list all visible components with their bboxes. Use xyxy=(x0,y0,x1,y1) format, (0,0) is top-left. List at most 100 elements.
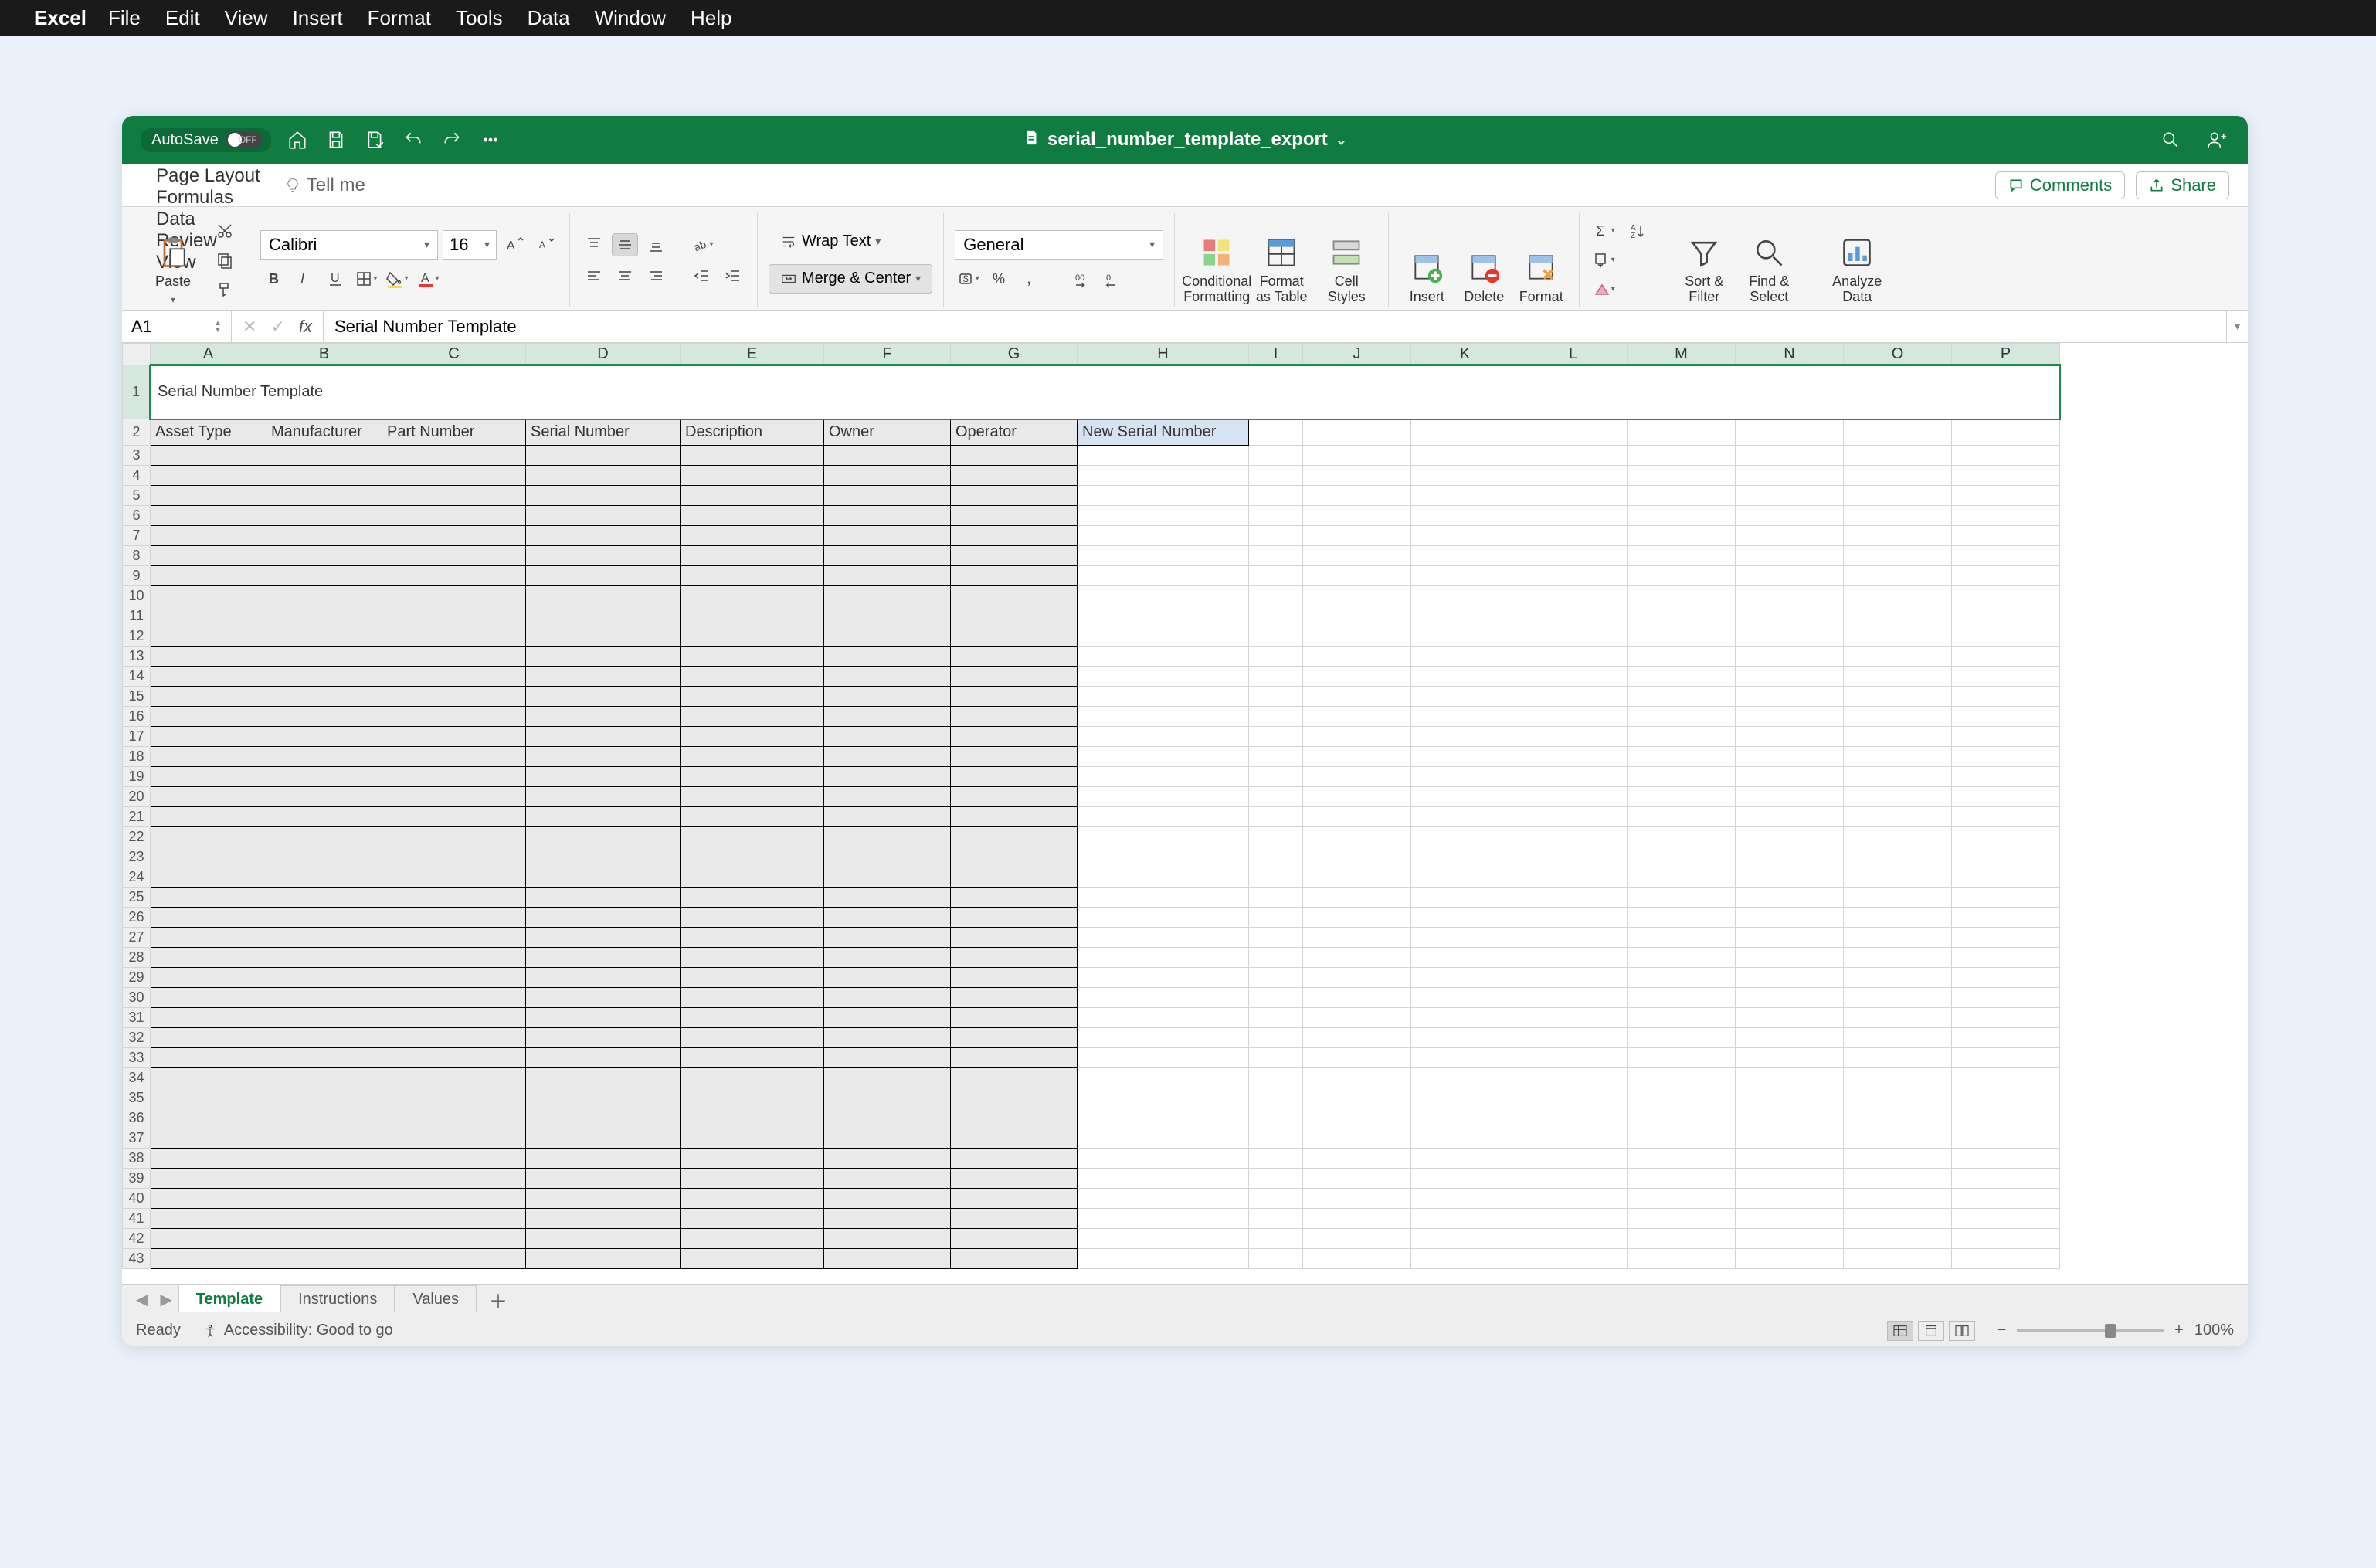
row-header-14[interactable]: 14 xyxy=(123,667,151,687)
cell-H40[interactable] xyxy=(1078,1189,1249,1209)
analyze-data-button[interactable]: Analyze Data xyxy=(1822,216,1892,305)
cell-M18[interactable] xyxy=(1628,747,1736,767)
cell-P19[interactable] xyxy=(1952,767,2060,787)
row-header-24[interactable]: 24 xyxy=(123,867,151,888)
cell-N15[interactable] xyxy=(1736,687,1844,707)
cell-M23[interactable] xyxy=(1628,847,1736,867)
comma-icon[interactable]: , xyxy=(1017,267,1043,290)
increase-decimal-icon[interactable]: .00 xyxy=(1068,267,1094,290)
clear-icon[interactable]: ▾ xyxy=(1590,278,1617,301)
cell-P2[interactable] xyxy=(1952,419,2060,446)
mac-menu-edit[interactable]: Edit xyxy=(165,6,200,29)
cell-N23[interactable] xyxy=(1736,847,1844,867)
row-header-39[interactable]: 39 xyxy=(123,1169,151,1189)
cell-A34[interactable] xyxy=(151,1068,266,1088)
cell-A39[interactable] xyxy=(151,1169,266,1189)
cell-K16[interactable] xyxy=(1411,707,1519,727)
sheet-tab-values[interactable]: Values xyxy=(395,1285,477,1312)
cell-I20[interactable] xyxy=(1249,787,1303,807)
row-header-30[interactable]: 30 xyxy=(123,988,151,1008)
cell-A19[interactable] xyxy=(151,767,266,787)
cell-H13[interactable] xyxy=(1078,647,1249,667)
cell-N11[interactable] xyxy=(1736,606,1844,626)
cell-B29[interactable] xyxy=(266,968,382,988)
cell-H18[interactable] xyxy=(1078,747,1249,767)
cell-F19[interactable] xyxy=(824,767,951,787)
cell-L43[interactable] xyxy=(1519,1249,1628,1269)
cell-J28[interactable] xyxy=(1303,948,1411,968)
cell-H36[interactable] xyxy=(1078,1108,1249,1128)
cell-K26[interactable] xyxy=(1411,908,1519,928)
cell-P8[interactable] xyxy=(1952,546,2060,566)
cell-H33[interactable] xyxy=(1078,1048,1249,1068)
share-button[interactable]: Share xyxy=(2136,171,2229,199)
cell-H39[interactable] xyxy=(1078,1169,1249,1189)
cell-C2[interactable]: Part Number xyxy=(382,419,526,446)
cell-M14[interactable] xyxy=(1628,667,1736,687)
share-people-icon[interactable] xyxy=(2205,127,2229,152)
cell-G20[interactable] xyxy=(951,787,1078,807)
cell-G22[interactable] xyxy=(951,827,1078,847)
autosum-icon[interactable]: Σ▾ xyxy=(1590,219,1617,243)
cell-C23[interactable] xyxy=(382,847,526,867)
cell-P14[interactable] xyxy=(1952,667,2060,687)
cell-K39[interactable] xyxy=(1411,1169,1519,1189)
cell-F12[interactable] xyxy=(824,626,951,647)
cell-C14[interactable] xyxy=(382,667,526,687)
cell-J16[interactable] xyxy=(1303,707,1411,727)
fx-icon[interactable]: fx xyxy=(299,317,312,337)
spreadsheet-grid[interactable]: ABCDEFGHIJKLMNOP1Serial Number Template2… xyxy=(122,343,2248,1284)
cell-A31[interactable] xyxy=(151,1008,266,1028)
cell-G28[interactable] xyxy=(951,948,1078,968)
format-as-table-button[interactable]: Format as Table xyxy=(1251,216,1312,305)
cell-E17[interactable] xyxy=(681,727,824,747)
cell-F5[interactable] xyxy=(824,486,951,506)
cell-I22[interactable] xyxy=(1249,827,1303,847)
cell-L2[interactable] xyxy=(1519,419,1628,446)
cell-G3[interactable] xyxy=(951,446,1078,466)
cell-J38[interactable] xyxy=(1303,1149,1411,1169)
cell-M11[interactable] xyxy=(1628,606,1736,626)
cell-H34[interactable] xyxy=(1078,1068,1249,1088)
cell-H4[interactable] xyxy=(1078,466,1249,486)
cell-F29[interactable] xyxy=(824,968,951,988)
row-header-35[interactable]: 35 xyxy=(123,1088,151,1108)
row-header-25[interactable]: 25 xyxy=(123,888,151,908)
cell-O16[interactable] xyxy=(1844,707,1952,727)
cell-E13[interactable] xyxy=(681,647,824,667)
cell-O28[interactable] xyxy=(1844,948,1952,968)
cell-O7[interactable] xyxy=(1844,526,1952,546)
cell-K43[interactable] xyxy=(1411,1249,1519,1269)
mac-menu-view[interactable]: View xyxy=(225,6,268,29)
col-header-E[interactable]: E xyxy=(681,344,824,365)
cell-M16[interactable] xyxy=(1628,707,1736,727)
font-color-icon[interactable]: A▾ xyxy=(415,267,441,290)
cell-G39[interactable] xyxy=(951,1169,1078,1189)
cell-C25[interactable] xyxy=(382,888,526,908)
cell-J12[interactable] xyxy=(1303,626,1411,647)
cell-F14[interactable] xyxy=(824,667,951,687)
cell-D4[interactable] xyxy=(526,466,681,486)
cell-O37[interactable] xyxy=(1844,1128,1952,1149)
cell-C26[interactable] xyxy=(382,908,526,928)
cell-K2[interactable] xyxy=(1411,419,1519,446)
cell-F32[interactable] xyxy=(824,1028,951,1048)
cell-O4[interactable] xyxy=(1844,466,1952,486)
cell-J3[interactable] xyxy=(1303,446,1411,466)
cell-C9[interactable] xyxy=(382,566,526,586)
cell-C16[interactable] xyxy=(382,707,526,727)
cell-E6[interactable] xyxy=(681,506,824,526)
align-bottom-icon[interactable] xyxy=(643,233,669,256)
cell-I39[interactable] xyxy=(1249,1169,1303,1189)
cell-B41[interactable] xyxy=(266,1209,382,1229)
cell-N10[interactable] xyxy=(1736,586,1844,606)
cell-N20[interactable] xyxy=(1736,787,1844,807)
cell-H2[interactable]: New Serial Number xyxy=(1078,419,1249,446)
cell-G14[interactable] xyxy=(951,667,1078,687)
paste-button[interactable]: Paste ▾ xyxy=(142,216,204,305)
cut-icon[interactable] xyxy=(212,219,238,243)
cell-J40[interactable] xyxy=(1303,1189,1411,1209)
mac-menu-format[interactable]: Format xyxy=(368,6,431,29)
bold-icon[interactable]: B xyxy=(260,267,287,290)
cell-I21[interactable] xyxy=(1249,807,1303,827)
